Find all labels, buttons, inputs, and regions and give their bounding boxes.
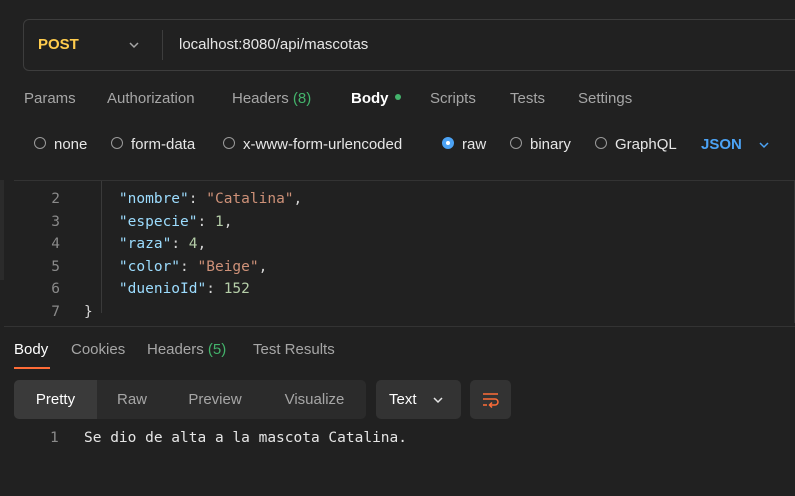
language-select[interactable]: JSON <box>701 135 742 155</box>
radio-circle <box>34 137 46 150</box>
tab-scripts[interactable]: Scripts <box>430 90 476 107</box>
radio-circle <box>111 137 123 150</box>
response-view-modes: Pretty Raw Preview Visualize <box>14 380 366 419</box>
response-format-label: Text <box>389 391 417 408</box>
response-line-text: Se dio de alta a la mascota Catalina. <box>84 430 408 446</box>
active-tab-underline <box>14 367 50 369</box>
line-number: 5 <box>51 258 60 275</box>
json-closing-brace: } <box>84 304 93 320</box>
response-tab-headers[interactable]: Headers (5) <box>147 341 226 358</box>
line-number: 3 <box>51 213 60 230</box>
code-content: "raza": 4, <box>84 233 206 255</box>
method-select[interactable]: POST <box>38 20 79 70</box>
response-tab-body[interactable]: Body <box>14 341 48 358</box>
radio-circle <box>510 137 522 150</box>
radio-form-data[interactable]: form-data <box>111 135 195 155</box>
tab-authorization[interactable]: Authorization <box>107 90 195 107</box>
radio-circle <box>595 137 607 150</box>
radio-graphql-label: GraphQL <box>615 136 677 153</box>
code-line: 3 "especie": 1, <box>14 211 774 233</box>
code-line: 2 "nombre": "Catalina", <box>14 188 774 210</box>
tab-params[interactable]: Params <box>24 90 76 107</box>
chevron-down-icon[interactable] <box>128 39 140 51</box>
wrap-lines-button[interactable] <box>470 380 511 419</box>
json-value: 4 <box>188 236 198 253</box>
response-line-number: 1 <box>50 430 59 446</box>
view-visualize-button[interactable]: Visualize <box>263 380 366 419</box>
request-url-bar: POST localhost:8080/api/mascotas <box>23 19 795 71</box>
view-raw-button[interactable]: Raw <box>97 380 167 419</box>
code-content: "nombre": "Catalina", <box>84 188 302 210</box>
json-value: 152 <box>223 281 250 298</box>
radio-urlencoded-label: x-www-form-urlencoded <box>243 136 403 153</box>
tab-body[interactable]: Body <box>351 90 401 107</box>
line-number: 6 <box>51 281 60 298</box>
json-key: "raza" <box>118 236 172 253</box>
response-format-select[interactable]: Text <box>376 380 461 419</box>
response-tab-test-results[interactable]: Test Results <box>253 341 335 358</box>
view-preview-button[interactable]: Preview <box>167 380 263 419</box>
json-comma: , <box>223 213 233 230</box>
json-key: "color" <box>118 258 181 275</box>
line-number: 2 <box>51 191 60 207</box>
tab-settings[interactable]: Settings <box>578 90 632 107</box>
json-value: 1 <box>214 213 224 230</box>
code-content: "color": "Beige", <box>84 256 267 278</box>
response-tab-cookies[interactable]: Cookies <box>71 341 125 358</box>
radio-none-label: none <box>54 136 88 153</box>
json-value: "Catalina" <box>206 191 294 207</box>
code-line: 7} <box>14 301 774 323</box>
code-content: "duenioId": 152 <box>84 278 250 300</box>
radio-binary-label: binary <box>530 136 571 153</box>
tab-headers-label: Headers <box>232 90 289 107</box>
tab-tests[interactable]: Tests <box>510 90 545 107</box>
line-number: 4 <box>51 236 60 253</box>
line-number: 7 <box>51 304 60 320</box>
json-value: "Beige" <box>197 258 259 275</box>
radio-raw[interactable]: raw <box>442 135 486 155</box>
pane-divider[interactable] <box>4 326 795 327</box>
request-body-editor[interactable]: 2 "nombre": "Catalina", 3 "especie": 1, 4 … <box>14 180 795 323</box>
chevron-down-icon[interactable] <box>758 139 770 151</box>
chevron-down-icon <box>433 397 443 404</box>
radio-graphql[interactable]: GraphQL <box>595 135 677 155</box>
tab-headers[interactable]: Headers (8) <box>232 90 311 107</box>
radio-form-data-label: form-data <box>131 136 196 153</box>
json-key: "nombre" <box>118 191 189 207</box>
json-colon: : <box>171 236 189 253</box>
radio-raw-label: raw <box>462 136 487 153</box>
url-divider <box>162 30 163 60</box>
url-input[interactable]: localhost:8080/api/mascotas <box>179 20 368 70</box>
json-colon: : <box>206 281 224 298</box>
headers-count: (8) <box>292 90 312 107</box>
json-key: "duenioId" <box>118 281 207 298</box>
json-colon: : <box>188 191 207 207</box>
code-content: "especie": 1, <box>84 211 233 233</box>
json-colon: : <box>180 258 198 275</box>
response-tab-headers-label: Headers <box>147 341 204 358</box>
wrap-lines-icon <box>483 393 499 409</box>
json-comma: , <box>293 191 303 207</box>
radio-none[interactable]: none <box>34 135 87 155</box>
code-line: 6 "duenioId": 152 <box>14 278 774 300</box>
json-colon: : <box>197 213 215 230</box>
code-line: 5 "color": "Beige", <box>14 256 774 278</box>
radio-circle-selected <box>442 137 454 150</box>
response-headers-count: (5) <box>207 341 227 358</box>
tab-body-label: Body <box>351 90 389 107</box>
editor-gutter-edge <box>0 180 4 280</box>
view-pretty-button[interactable]: Pretty <box>14 380 97 419</box>
radio-binary[interactable]: binary <box>510 135 571 155</box>
status-dot-icon <box>394 94 401 101</box>
json-comma: , <box>258 258 268 275</box>
code-line: 4 "raza": 4, <box>14 233 774 255</box>
radio-urlencoded[interactable]: x-www-form-urlencoded <box>223 135 402 155</box>
json-key: "especie" <box>118 213 198 230</box>
json-comma: , <box>197 236 207 253</box>
radio-circle <box>223 137 235 150</box>
